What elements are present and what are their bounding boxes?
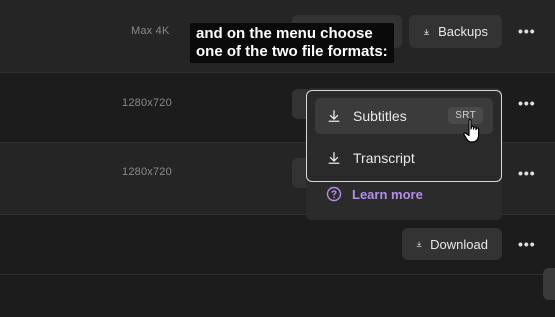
backups-button[interactable]: Backups xyxy=(409,15,502,48)
download-icon xyxy=(328,110,340,122)
download-label: Download xyxy=(430,236,488,252)
download-icon xyxy=(423,28,430,35)
tutorial-caption: and on the menu choose one of the two fi… xyxy=(190,23,394,63)
learn-more-link[interactable]: Learn more xyxy=(326,186,423,202)
hand-pointer-icon xyxy=(463,119,480,143)
row-divider xyxy=(0,72,555,73)
more-icon[interactable]: ••• xyxy=(518,95,536,111)
menu-item-label: Subtitles xyxy=(353,108,407,124)
resolution-label: 1280x720 xyxy=(122,166,172,178)
menu-item-label: Transcript xyxy=(353,150,415,166)
caption-line: one of the two file formats: xyxy=(196,43,388,60)
more-icon[interactable]: ••• xyxy=(518,23,536,39)
row-divider xyxy=(0,274,555,275)
resolution-label: 1280x720 xyxy=(122,97,172,109)
caption-line: and on the menu choose xyxy=(196,25,373,42)
learn-more-label: Learn more xyxy=(352,186,423,202)
more-icon[interactable]: ••• xyxy=(518,236,536,252)
download-button[interactable]: Download xyxy=(402,228,502,260)
menu-item-transcript[interactable]: Transcript xyxy=(315,140,493,176)
resolution-label: Max 4K xyxy=(131,25,170,37)
partial-button[interactable] xyxy=(543,268,555,300)
more-icon[interactable]: ••• xyxy=(518,165,536,181)
download-icon xyxy=(328,152,340,164)
help-circle-icon xyxy=(326,186,342,202)
row-5 xyxy=(0,274,555,317)
download-icon xyxy=(416,241,422,247)
backups-label: Backups xyxy=(438,24,488,39)
